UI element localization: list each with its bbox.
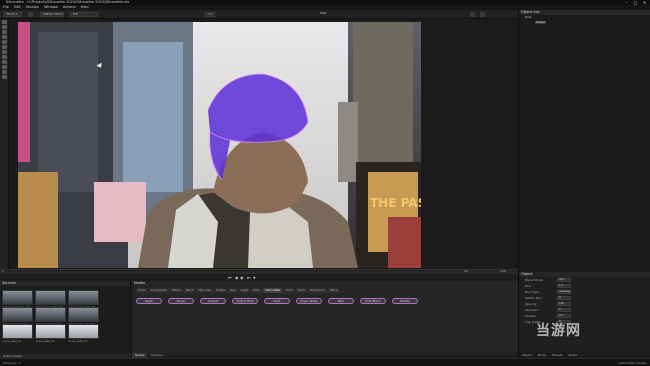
tab-light[interactable]: Light: [238, 288, 251, 293]
source-thumb[interactable]: snow_plate_02: [35, 324, 66, 343]
watermark-logo: 当游网: [536, 323, 581, 339]
source-thumb[interactable]: timesquare_plate_02: [35, 290, 66, 309]
source-thumb-label: snow_plate_02: [36, 340, 55, 343]
tab-key[interactable]: Key: [228, 288, 238, 293]
source-thumb-label: snow_plate_01: [3, 340, 22, 343]
row-value[interactable]: 100: [557, 302, 571, 306]
rectangle-tool-icon[interactable]: [2, 50, 7, 54]
row-value[interactable]: 0.5: [557, 314, 571, 318]
svg-text:THE PAS: THE PAS: [370, 196, 421, 210]
bspline-tool-icon[interactable]: [2, 30, 7, 34]
source-thumb[interactable]: timesquare_roto_03: [68, 307, 99, 326]
status-left: Playback: 1: [3, 361, 21, 365]
source-thumb[interactable]: timesquare_plate_03: [68, 290, 99, 309]
view-select[interactable]: Mattes: Normal: [40, 12, 64, 17]
timeline-end: 100: [500, 269, 506, 273]
zoom-tool-icon[interactable]: [2, 65, 7, 69]
object-inspector: Object Blend Mode Add Blur 1.0 Blur Type Ga…: [518, 272, 650, 358]
tab-color[interactable]: Color: [136, 288, 148, 293]
timeline-ruler[interactable]: [0, 271, 518, 274]
tab-silhouette[interactable]: Silhouette: [262, 288, 283, 293]
node-roto-button[interactable]: Roto: [328, 298, 354, 304]
sources-panel: Sources timesquare_plate_01 timesquare_p…: [0, 281, 131, 358]
channel-label[interactable]: RGB: [318, 12, 327, 17]
tab-film-lab[interactable]: Film Lab: [196, 288, 213, 293]
node-zmatte-button[interactable]: Zmatte: [392, 298, 418, 304]
tab-tools[interactable]: Tools: [295, 288, 307, 293]
xspline-tool-icon[interactable]: [2, 40, 7, 44]
grid-icon[interactable]: [28, 12, 33, 17]
tab-paint[interactable]: Paint: [183, 288, 196, 293]
color-tool-icon[interactable]: [2, 75, 7, 79]
row-value[interactable]: 1.0: [557, 284, 571, 288]
row-value[interactable]: Gaussian: [557, 290, 571, 294]
source-thumb[interactable]: timesquare_plate_01: [2, 290, 33, 309]
settings-icon[interactable]: [480, 12, 485, 17]
node-output-multi-button[interactable]: Output Multi: [232, 298, 258, 304]
timeline[interactable]: 1 50 100 ⏮ ◀ ▶ ⏭ ⏺: [0, 269, 518, 281]
status-bar: Playback: 1 1920x1080 24.0fps: [0, 358, 650, 366]
color-swatch-icon[interactable]: [470, 12, 475, 17]
go-to-end-icon[interactable]: ⏭: [247, 275, 251, 280]
tab-warp[interactable]: Warp: [327, 288, 340, 293]
select-tool-icon[interactable]: [2, 20, 7, 24]
timeline-start: 1: [2, 269, 4, 273]
source-thumb[interactable]: timesquare_roto_01: [2, 307, 33, 326]
timeline-current: 50: [464, 269, 468, 273]
node-category-tabs: Color Composite Filters Paint Film Lab I…: [136, 288, 340, 293]
node-buttons: Depth Morph Output Output Multi Paint Po…: [136, 298, 418, 304]
sources-title: Sources: [0, 281, 130, 286]
bezier-tool-icon[interactable]: [2, 35, 7, 39]
go-to-start-icon[interactable]: ⏮: [228, 275, 232, 280]
object-list-panel: Object List Roto Shape1: [518, 10, 650, 272]
nodes-panel: Nodes Color Composite Filters Paint Film…: [132, 281, 518, 358]
node-paint-button[interactable]: Paint: [264, 298, 290, 304]
record-icon[interactable]: ⏺: [253, 275, 255, 280]
shape-tag: Shape1: [535, 21, 547, 24]
source-thumbnails: timesquare_plate_01 timesquare_plate_02 …: [2, 290, 99, 343]
tab-transform[interactable]: Transform: [307, 288, 327, 293]
node-output-button[interactable]: Output: [200, 298, 226, 304]
viewer-image: THE PAS: [18, 22, 421, 268]
tab-image[interactable]: Image: [213, 288, 228, 293]
quality-select[interactable]: Full: [70, 12, 98, 17]
status-right: 1920x1080 24.0fps: [617, 361, 647, 365]
pan-tool-icon[interactable]: [2, 70, 7, 74]
playback-controls: ⏮ ◀ ▶ ⏭ ⏺: [228, 275, 255, 280]
tab-composite[interactable]: Composite: [148, 288, 169, 293]
row-value[interactable]: 8: [557, 308, 571, 312]
layer-select[interactable]: Node 1: [4, 12, 22, 17]
source-thumb[interactable]: snow_plate_01: [2, 324, 33, 343]
tab-roto[interactable]: Roto: [251, 288, 262, 293]
nodes-title: Nodes: [132, 281, 518, 286]
source-thumb[interactable]: snow_plate_03: [68, 324, 99, 343]
brush-tool-icon[interactable]: [2, 55, 7, 59]
play-backward-icon[interactable]: ◀: [235, 275, 238, 280]
tracker-tool-icon[interactable]: [2, 60, 7, 64]
source-thumb[interactable]: timesquare_roto_02: [35, 307, 66, 326]
tab-time[interactable]: Time: [283, 288, 295, 293]
viewer[interactable]: THE PAS: [18, 22, 421, 268]
transform-tool-icon[interactable]: [2, 25, 7, 29]
row-value[interactable]: 0: [557, 296, 571, 300]
object-list-item[interactable]: Shape1: [519, 20, 650, 25]
roto-node-label: Roto: [525, 15, 532, 19]
zoom-select[interactable]: 1:1: [205, 12, 215, 17]
node-power-matte-button[interactable]: Power Matte: [296, 298, 322, 304]
source-thumb-label: snow_plate_03: [69, 340, 88, 343]
node-morph-button[interactable]: Morph: [168, 298, 194, 304]
circle-tool-icon[interactable]: [2, 45, 7, 49]
node-depth-button[interactable]: Depth: [136, 298, 162, 304]
node-roto-blend-button[interactable]: Roto Blend: [360, 298, 386, 304]
tab-filters[interactable]: Filters: [169, 288, 183, 293]
tool-palette: [0, 19, 9, 270]
play-forward-icon[interactable]: ▶: [241, 275, 244, 280]
viewer-toolbar: Node 1 Mattes: Normal Full 1:1 RGB: [0, 10, 518, 19]
row-value[interactable]: Add: [557, 278, 571, 282]
